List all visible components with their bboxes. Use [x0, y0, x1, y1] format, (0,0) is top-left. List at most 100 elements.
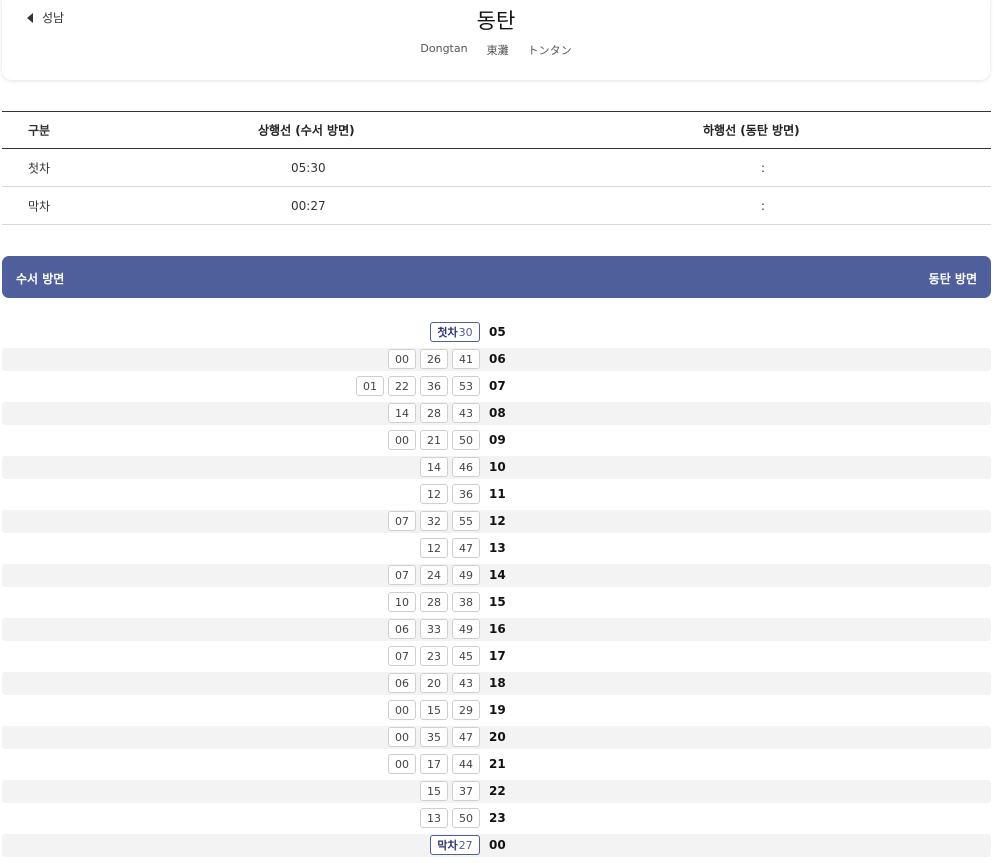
departure-minute-chip[interactable]: 15: [420, 781, 448, 801]
row-label: 첫차: [28, 161, 51, 175]
departure-minute-chip[interactable]: 46: [452, 457, 480, 477]
departure-minute-chip[interactable]: 44: [452, 754, 480, 774]
last-train-chip[interactable]: 막차 27: [430, 835, 480, 855]
departure-minute-chip[interactable]: 24: [420, 565, 448, 585]
row-label: 막차: [28, 199, 51, 213]
column-header-category: 구분: [28, 123, 51, 138]
hour-label: 13: [489, 541, 506, 555]
departure-minute-chip[interactable]: 15: [420, 700, 448, 720]
departure-minute-chip[interactable]: 28: [420, 592, 448, 612]
timetable-row: 07 32 55 12: [2, 508, 991, 535]
timetable-row: 01 22 36 53 07: [2, 373, 991, 400]
station-alt-names: Dongtan 東灘 トンタン: [2, 42, 990, 58]
departure-minute-chip[interactable]: 37: [452, 781, 480, 801]
departure-minute-chip[interactable]: 12: [420, 484, 448, 504]
departure-minute-chip[interactable]: 53: [452, 376, 480, 396]
timetable-row: 06 20 43 18: [2, 670, 991, 697]
departure-minute-chip[interactable]: 29: [452, 700, 480, 720]
departure-minute-chip[interactable]: 38: [452, 592, 480, 612]
departure-minute-chip[interactable]: 22: [388, 376, 416, 396]
departure-minutes: 07 23 45: [388, 646, 480, 666]
departure-minutes: 00 15 29: [388, 700, 480, 720]
hour-label: 06: [489, 352, 506, 366]
departure-minute-chip[interactable]: 49: [452, 619, 480, 639]
direction-suseo: 수서 방면: [16, 272, 65, 286]
departure-minutes: 14 46: [420, 457, 480, 477]
hour-label: 20: [489, 730, 506, 744]
hour-label: 16: [489, 622, 506, 636]
departure-minute-chip[interactable]: 12: [420, 538, 448, 558]
departure-minute-chip[interactable]: 50: [452, 430, 480, 450]
station-name-english: Dongtan: [420, 42, 468, 55]
hour-label: 09: [489, 433, 506, 447]
departure-minutes: 15 37: [420, 781, 480, 801]
departure-minute-chip[interactable]: 07: [388, 646, 416, 666]
departure-minute-chip[interactable]: 10: [388, 592, 416, 612]
timetable-row: 07 24 49 14: [2, 562, 991, 589]
departure-minute-chip[interactable]: 01: [356, 376, 384, 396]
hour-label: 05: [489, 325, 506, 339]
timetable-row: 12 36 11: [2, 481, 991, 508]
departure-minutes: 06 33 49: [388, 619, 480, 639]
departure-minutes: 01 22 36 53: [356, 376, 480, 396]
timetable-row: 00 35 47 20: [2, 724, 991, 751]
departure-minute-chip[interactable]: 50: [452, 808, 480, 828]
departure-minute-chip[interactable]: 32: [420, 511, 448, 531]
timetable-row: 06 33 49 16: [2, 616, 991, 643]
departure-minute-chip[interactable]: 43: [452, 673, 480, 693]
departure-minute-chip[interactable]: 06: [388, 619, 416, 639]
departure-minute-chip[interactable]: 36: [420, 376, 448, 396]
departure-minute-chip[interactable]: 00: [388, 754, 416, 774]
departure-minute-chip[interactable]: 28: [420, 403, 448, 423]
station-name-hanja: 東灘: [486, 44, 509, 57]
departure-minutes: 00 26 41: [388, 349, 480, 369]
hour-label: 22: [489, 784, 506, 798]
train-tag-label: 첫차: [437, 326, 458, 339]
train-tag-minute: 27: [458, 838, 473, 852]
departure-minute-chip[interactable]: 00: [388, 349, 416, 369]
departure-minute-chip[interactable]: 13: [420, 808, 448, 828]
departure-minute-chip[interactable]: 21: [420, 430, 448, 450]
departure-minutes: 막차 27: [430, 835, 480, 855]
departure-minute-chip[interactable]: 14: [420, 457, 448, 477]
hour-label: 17: [489, 649, 506, 663]
departure-minute-chip[interactable]: 00: [388, 700, 416, 720]
departure-minutes: 06 20 43: [388, 673, 480, 693]
timetable-row: 07 23 45 17: [2, 643, 991, 670]
departure-minute-chip[interactable]: 26: [420, 349, 448, 369]
departure-minute-chip[interactable]: 17: [420, 754, 448, 774]
departure-minute-chip[interactable]: 06: [388, 673, 416, 693]
departure-minutes: 07 24 49: [388, 565, 480, 585]
hour-label: 11: [489, 487, 506, 501]
departure-minute-chip[interactable]: 33: [420, 619, 448, 639]
departure-minute-chip[interactable]: 23: [420, 646, 448, 666]
timetable-row: 막차 27 00: [2, 832, 991, 859]
departure-minute-chip[interactable]: 00: [388, 727, 416, 747]
departure-minutes: 07 32 55: [388, 511, 480, 531]
departure-minute-chip[interactable]: 41: [452, 349, 480, 369]
departure-minute-chip[interactable]: 20: [420, 673, 448, 693]
column-header-up: 상행선 (수서 방면): [258, 123, 355, 138]
hour-label: 10: [489, 460, 506, 474]
departure-minute-chip[interactable]: 43: [452, 403, 480, 423]
departure-minute-chip[interactable]: 45: [452, 646, 480, 666]
timetable-row: 00 26 41 06: [2, 346, 991, 373]
direction-bar: 수서 방면 동탄 방면: [2, 256, 991, 298]
departure-minute-chip[interactable]: 55: [452, 511, 480, 531]
timetable-row: 00 15 29 19: [2, 697, 991, 724]
departure-minute-chip[interactable]: 36: [452, 484, 480, 504]
departure-minute-chip[interactable]: 00: [388, 430, 416, 450]
hour-label: 00: [489, 838, 506, 852]
first-train-chip[interactable]: 첫차 30: [430, 322, 480, 342]
departure-minutes: 14 28 43: [388, 403, 480, 423]
departure-minute-chip[interactable]: 07: [388, 565, 416, 585]
departure-minute-chip[interactable]: 07: [388, 511, 416, 531]
departure-minute-chip[interactable]: 47: [452, 538, 480, 558]
departure-minutes: 10 28 38: [388, 592, 480, 612]
departure-minute-chip[interactable]: 47: [452, 727, 480, 747]
timetable-row: 첫차 30 05: [2, 319, 991, 346]
timetable-row: 15 37 22: [2, 778, 991, 805]
departure-minute-chip[interactable]: 35: [420, 727, 448, 747]
departure-minute-chip[interactable]: 49: [452, 565, 480, 585]
departure-minute-chip[interactable]: 14: [388, 403, 416, 423]
